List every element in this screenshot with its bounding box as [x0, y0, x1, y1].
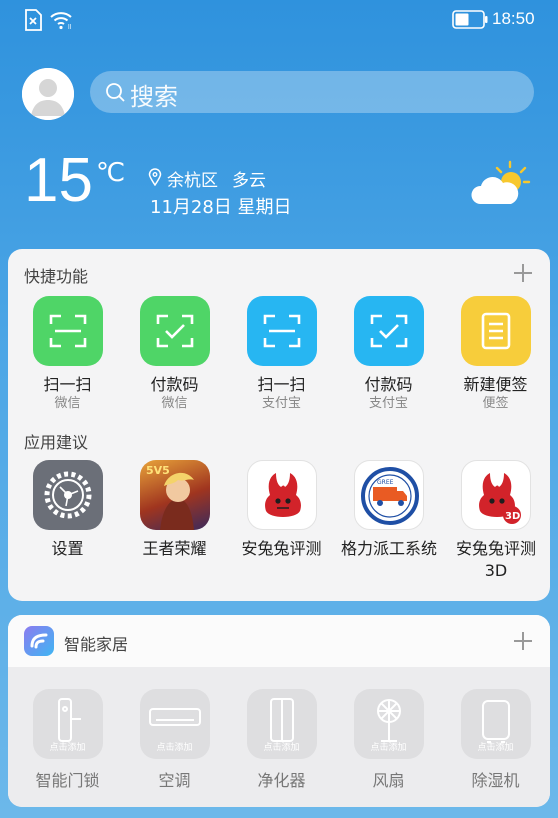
air-purifier-icon: 点击添加 [246, 689, 317, 759]
partly-cloudy-icon[interactable] [470, 158, 532, 210]
shortcuts-title: 快捷功能 [24, 267, 89, 286]
shortcut-label: 扫一扫 [257, 375, 306, 394]
app-label: 格力派工系统 [340, 539, 437, 558]
shortcut-source: 支付宝 [261, 396, 301, 411]
app-label: 安兔兔评测3D [455, 539, 536, 580]
shortcuts-card: 快捷功能 扫一扫 微信 付款码 微信 扫一扫 支付宝 付款码 支付宝 新建便签 … [8, 249, 550, 601]
smart-home-title: 智能家居 [64, 635, 129, 654]
no-sim-icon [25, 9, 42, 31]
note-icon [460, 296, 531, 366]
antutu-3d-badge: 3D [505, 511, 520, 522]
shortcut-alipay-scan[interactable]: 扫一扫 支付宝 [228, 296, 335, 412]
status-bar: ll 18:50 [0, 0, 558, 38]
pay-code-icon [139, 296, 210, 366]
pay-code-icon [353, 296, 424, 366]
add-device-icon[interactable] [514, 632, 532, 650]
add-hint: 点击添加 [263, 743, 300, 753]
device-door-lock[interactable]: 点击添加 智能门锁 [14, 689, 121, 791]
wifi-icon: ll [50, 12, 72, 30]
scan-icon [32, 296, 103, 366]
settings-gear-icon [32, 460, 103, 530]
smart-home-logo-icon [24, 626, 54, 656]
shortcut-label: 新建便签 [463, 375, 528, 394]
battery-icon [452, 10, 488, 29]
device-fan[interactable]: 点击添加 风扇 [335, 689, 442, 791]
shortcut-alipay-pay[interactable]: 付款码 支付宝 [335, 296, 442, 412]
user-silhouette-icon [22, 68, 74, 120]
device-dehumidifier[interactable]: 点击添加 除湿机 [442, 689, 549, 791]
shortcut-label: 扫一扫 [43, 375, 92, 394]
weather-location[interactable]: 余杭区 [167, 166, 218, 191]
app-label: 王者荣耀 [142, 539, 207, 558]
device-air-conditioner[interactable]: 点击添加 空调 [121, 689, 228, 791]
shortcut-label: 付款码 [150, 375, 199, 394]
shortcut-label: 付款码 [364, 375, 413, 394]
weather-date: 11月28日 星期日 [150, 197, 292, 218]
scan-icon [246, 296, 317, 366]
suggestions-title: 应用建议 [24, 433, 89, 452]
device-label: 净化器 [257, 771, 306, 790]
shortcut-source: 便签 [482, 396, 509, 411]
weather-condition: 多云 [232, 171, 266, 191]
add-hint: 点击添加 [156, 743, 193, 753]
app-label: 设置 [51, 539, 84, 558]
device-label: 空调 [158, 771, 191, 790]
gree-truck-icon: GREE [353, 460, 424, 530]
temperature: 15 [24, 146, 93, 215]
add-shortcut-icon[interactable] [514, 264, 532, 282]
device-label: 智能门锁 [35, 771, 100, 790]
fan-icon: 点击添加 [353, 689, 424, 759]
door-lock-icon: 点击添加 [32, 689, 103, 759]
game-badge: 5V5 [146, 464, 170, 477]
device-label: 除湿机 [471, 771, 520, 790]
antutu-3d-icon: 3D [460, 460, 531, 530]
device-label: 风扇 [372, 771, 405, 790]
search-icon [106, 83, 125, 102]
app-honor-of-kings[interactable]: 5V5 王者荣耀 [121, 460, 228, 560]
shortcut-wechat-scan[interactable]: 扫一扫 微信 [14, 296, 121, 412]
air-conditioner-icon: 点击添加 [139, 689, 210, 759]
app-settings[interactable]: 设置 [14, 460, 121, 560]
add-hint: 点击添加 [49, 743, 86, 753]
app-antutu-3d[interactable]: 3D 安兔兔评测3D [442, 460, 549, 582]
app-antutu[interactable]: 安兔兔评测 [228, 460, 335, 560]
add-hint: 点击添加 [477, 743, 514, 753]
temperature-unit: ℃ [96, 158, 126, 188]
shortcut-source: 微信 [161, 396, 188, 411]
add-hint: 点击添加 [370, 743, 407, 753]
location-pin-icon [148, 168, 162, 186]
app-label: 安兔兔评测 [241, 539, 322, 558]
shortcut-source: 微信 [54, 396, 81, 411]
app-gree-dispatch[interactable]: GREE 格力派工系统 [335, 460, 442, 560]
device-air-purifier[interactable]: 点击添加 净化器 [228, 689, 335, 791]
status-time: 18:50 [492, 9, 535, 28]
game-hero-icon: 5V5 [139, 460, 210, 530]
shortcut-source: 支付宝 [368, 396, 408, 411]
shortcut-wechat-pay[interactable]: 付款码 微信 [121, 296, 228, 412]
smart-home-card: 智能家居 点击添加 智能门锁 点击添加 空调 点击添加 净化器 点击添加 风扇 [8, 615, 550, 807]
avatar[interactable] [22, 68, 74, 120]
antutu-icon [246, 460, 317, 530]
gree-badge: GREE [377, 479, 394, 486]
dehumidifier-icon: 点击添加 [460, 689, 531, 759]
shortcut-new-note[interactable]: 新建便签 便签 [442, 296, 549, 412]
search-placeholder[interactable]: 搜索 [130, 77, 178, 112]
svg-text:ll: ll [68, 24, 72, 30]
